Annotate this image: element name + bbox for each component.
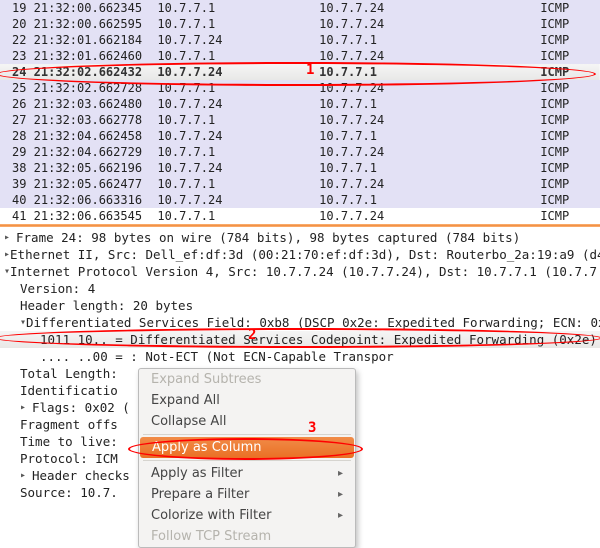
menu-colorize-with-filter[interactable]: Colorize with Filter▸ [139, 505, 355, 526]
col-destination: 10.7.7.24 [307, 112, 528, 128]
col-protocol: ICMP [528, 128, 600, 144]
col-no-time: 22 21:32:01.662184 [0, 32, 145, 48]
detail-version[interactable]: Version: 4 [0, 280, 600, 297]
col-destination: 10.7.7.1 [307, 128, 528, 144]
col-destination: 10.7.7.24 [307, 48, 528, 64]
col-protocol: ICMP [528, 96, 600, 112]
packet-row[interactable]: 29 21:32:04.66272910.7.7.110.7.7.24ICMP [0, 144, 600, 160]
col-no-time: 38 21:32:05.662196 [0, 160, 145, 176]
col-no-time: 28 21:32:04.662458 [0, 128, 145, 144]
col-protocol: ICMP [528, 64, 600, 80]
col-destination: 10.7.7.24 [307, 80, 528, 96]
detail-dscp[interactable]: 1011 10.. = Differentiated Services Code… [0, 331, 600, 348]
detail-frame[interactable]: ▸Frame 24: 98 bytes on wire (784 bits), … [0, 229, 600, 246]
col-destination: 10.7.7.1 [307, 160, 528, 176]
col-no-time: 40 21:32:06.663316 [0, 192, 145, 208]
col-no-time: 24 21:32:02.662432 [0, 64, 145, 80]
packet-list-table: 19 21:32:00.66234510.7.7.110.7.7.24ICMP2… [0, 0, 600, 224]
col-no-time: 26 21:32:03.662480 [0, 96, 145, 112]
chevron-right-icon: ▸ [4, 229, 16, 246]
col-destination: 10.7.7.1 [307, 192, 528, 208]
col-destination: 10.7.7.24 [307, 208, 528, 224]
detail-ethernet[interactable]: ▸Ethernet II, Src: Dell_ef:df:3d (00:21:… [0, 246, 600, 263]
menu-separator [143, 434, 351, 435]
menu-collapse-all[interactable]: Collapse All [139, 411, 355, 432]
col-protocol: ICMP [528, 144, 600, 160]
menu-apply-as-column[interactable]: Apply as Column [140, 437, 354, 458]
col-no-time: 39 21:32:05.662477 [0, 176, 145, 192]
col-source: 10.7.7.1 [145, 112, 307, 128]
col-protocol: ICMP [528, 160, 600, 176]
col-no-time: 25 21:32:02.662728 [0, 80, 145, 96]
col-no-time: 20 21:32:00.662595 [0, 16, 145, 32]
col-destination: 10.7.7.24 [307, 0, 528, 16]
packet-row[interactable]: 38 21:32:05.66219610.7.7.2410.7.7.1ICMP [0, 160, 600, 176]
detail-header-length[interactable]: Header length: 20 bytes [0, 297, 600, 314]
context-menu: Expand Subtrees Expand All Collapse All … [138, 368, 356, 548]
col-source: 10.7.7.24 [145, 192, 307, 208]
detail-ecn[interactable]: .... ..00 = : Not-ECT (Not ECN-Capable T… [0, 348, 600, 365]
col-source: 10.7.7.24 [145, 32, 307, 48]
col-source: 10.7.7.1 [145, 80, 307, 96]
col-source: 10.7.7.24 [145, 96, 307, 112]
col-protocol: ICMP [528, 80, 600, 96]
col-destination: 10.7.7.1 [307, 32, 528, 48]
col-source: 10.7.7.1 [145, 144, 307, 160]
col-protocol: ICMP [528, 48, 600, 64]
col-protocol: ICMP [528, 208, 600, 224]
packet-row[interactable]: 27 21:32:03.66277810.7.7.110.7.7.24ICMP [0, 112, 600, 128]
col-source: 10.7.7.1 [145, 208, 307, 224]
packet-row[interactable]: 25 21:32:02.66272810.7.7.110.7.7.24ICMP [0, 80, 600, 96]
detail-ipv4[interactable]: ▾Internet Protocol Version 4, Src: 10.7.… [0, 263, 600, 280]
chevron-right-icon: ▸ [338, 489, 343, 500]
col-source: 10.7.7.24 [145, 128, 307, 144]
packet-row[interactable]: 41 21:32:06.66354510.7.7.110.7.7.24ICMP [0, 208, 600, 224]
col-source: 10.7.7.1 [145, 0, 307, 16]
col-protocol: ICMP [528, 176, 600, 192]
col-protocol: ICMP [528, 16, 600, 32]
col-source: 10.7.7.24 [145, 64, 307, 80]
chevron-right-icon: ▸ [338, 468, 343, 479]
col-no-time: 23 21:32:01.662460 [0, 48, 145, 64]
packet-row[interactable]: 26 21:32:03.66248010.7.7.2410.7.7.1ICMP [0, 96, 600, 112]
col-no-time: 29 21:32:04.662729 [0, 144, 145, 160]
col-protocol: ICMP [528, 192, 600, 208]
col-destination: 10.7.7.1 [307, 96, 528, 112]
packet-row[interactable]: 19 21:32:00.66234510.7.7.110.7.7.24ICMP [0, 0, 600, 16]
packet-row[interactable]: 22 21:32:01.66218410.7.7.2410.7.7.1ICMP [0, 32, 600, 48]
packet-row[interactable]: 24 21:32:02.66243210.7.7.2410.7.7.1ICMP [0, 64, 600, 80]
chevron-right-icon: ▸ [338, 510, 343, 521]
col-no-time: 27 21:32:03.662778 [0, 112, 145, 128]
col-destination: 10.7.7.24 [307, 16, 528, 32]
packet-row[interactable]: 23 21:32:01.66246010.7.7.110.7.7.24ICMP [0, 48, 600, 64]
packet-row[interactable]: 39 21:32:05.66247710.7.7.110.7.7.24ICMP [0, 176, 600, 192]
col-destination: 10.7.7.24 [307, 144, 528, 160]
chevron-right-icon: ▸ [20, 467, 32, 484]
menu-follow-tcp-stream: Follow TCP Stream [139, 526, 355, 547]
col-source: 10.7.7.1 [145, 176, 307, 192]
packet-row[interactable]: 28 21:32:04.66245810.7.7.2410.7.7.1ICMP [0, 128, 600, 144]
menu-expand-subtrees: Expand Subtrees [139, 369, 355, 390]
menu-expand-all[interactable]: Expand All [139, 390, 355, 411]
menu-prepare-a-filter[interactable]: Prepare a Filter▸ [139, 484, 355, 505]
col-protocol: ICMP [528, 112, 600, 128]
col-no-time: 19 21:32:00.662345 [0, 0, 145, 16]
detail-dsfield[interactable]: ▾Differentiated Services Field: 0xb8 (DS… [0, 314, 600, 331]
packet-row[interactable]: 20 21:32:00.66259510.7.7.110.7.7.24ICMP [0, 16, 600, 32]
col-protocol: ICMP [528, 0, 600, 16]
col-source: 10.7.7.24 [145, 160, 307, 176]
col-no-time: 41 21:32:06.663545 [0, 208, 145, 224]
col-source: 10.7.7.1 [145, 48, 307, 64]
chevron-right-icon: ▸ [20, 399, 32, 416]
col-destination: 10.7.7.1 [307, 64, 528, 80]
menu-separator [143, 460, 351, 461]
col-destination: 10.7.7.24 [307, 176, 528, 192]
col-source: 10.7.7.1 [145, 16, 307, 32]
col-protocol: ICMP [528, 32, 600, 48]
menu-apply-as-filter[interactable]: Apply as Filter▸ [139, 463, 355, 484]
packet-row[interactable]: 40 21:32:06.66331610.7.7.2410.7.7.1ICMP [0, 192, 600, 208]
